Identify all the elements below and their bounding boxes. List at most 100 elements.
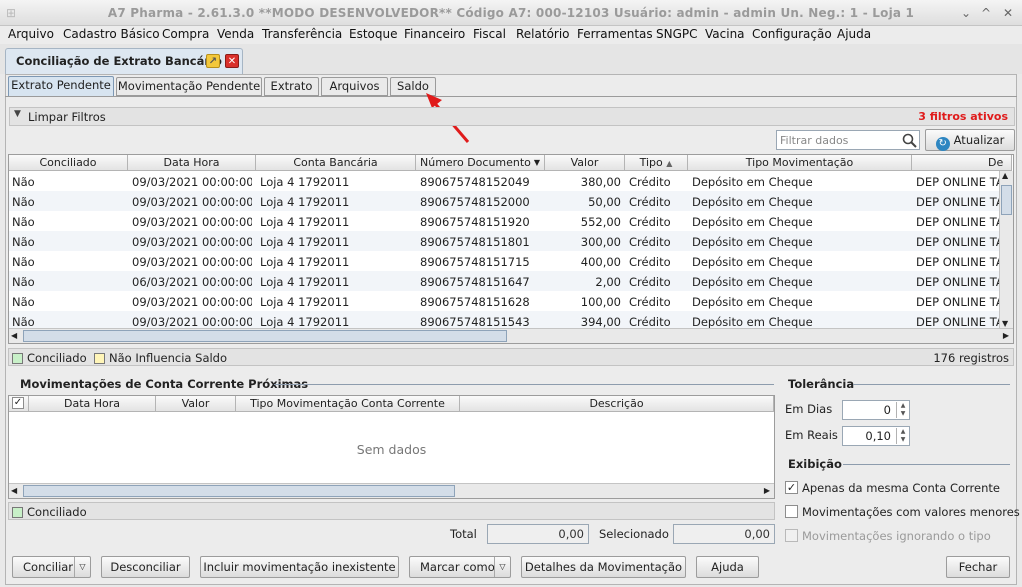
horizontal-scroll-thumb[interactable]: [23, 330, 507, 342]
search-icon[interactable]: [902, 133, 917, 148]
incluir-movimentacao-button[interactable]: Incluir movimentação inexistente: [200, 556, 399, 578]
table-cell: 890675748151628: [420, 295, 530, 309]
table-cell: 890675748151801: [420, 235, 530, 249]
em-reais-spinner[interactable]: ▲ ▼: [896, 428, 909, 444]
menu-fiscal[interactable]: Fiscal: [473, 27, 506, 41]
opt-valores-menores-label[interactable]: Movimentações com valores menores: [802, 505, 1020, 519]
table-cell: Não: [12, 235, 35, 249]
col2-valor[interactable]: Valor: [156, 396, 236, 412]
detalhes-movimentacao-button[interactable]: Detalhes da Movimentação: [521, 556, 686, 578]
opt-valores-menores-checkbox[interactable]: [785, 505, 798, 518]
fechar-button[interactable]: Fechar: [946, 556, 1010, 578]
vertical-scrollbar[interactable]: ▲ ▼: [999, 171, 1013, 328]
minimize-icon[interactable]: ⌄: [958, 6, 974, 20]
proximas-table[interactable]: ✓ Data Hora Valor Tipo Movimentação Cont…: [8, 395, 775, 499]
extrato-table[interactable]: Conciliado Data Hora Conta Bancária Núme…: [8, 154, 1014, 344]
menu-ferramentas[interactable]: Ferramentas: [577, 27, 653, 41]
menu-ajuda[interactable]: Ajuda: [837, 27, 871, 41]
table-row[interactable]: Não 09/03/2021 00:00:00 Loja 4 1792011 8906…: [9, 171, 1004, 191]
document-tab[interactable]: Conciliação de Extrato Bancário ↗ ✕: [5, 48, 243, 74]
conciliar-dropdown-icon[interactable]: ▽: [74, 557, 90, 577]
conciliar-label: Conciliar: [23, 560, 74, 574]
table-row[interactable]: Não 09/03/2021 00:00:00 Loja 4 1792011 8906…: [9, 251, 1004, 271]
tab-extrato[interactable]: Extrato: [264, 77, 319, 96]
menu-financeiro[interactable]: Financeiro: [404, 27, 465, 41]
col2-descricao[interactable]: Descrição: [460, 396, 774, 412]
tab-arquivos[interactable]: Arquivos: [321, 77, 388, 96]
refresh-button[interactable]: ↻ Atualizar: [925, 129, 1015, 151]
sort-desc-icon: ▼: [533, 158, 540, 167]
table-cell: Crédito: [629, 275, 671, 289]
scroll-down-icon[interactable]: ▼: [1002, 319, 1008, 328]
menu-sngpc[interactable]: SNGPC: [656, 27, 698, 41]
proximas-hscrollbar[interactable]: ◀ ▶: [9, 483, 774, 498]
col-select-all[interactable]: ✓: [9, 396, 29, 412]
menu-transferencia[interactable]: Transferência: [262, 27, 342, 41]
table-row[interactable]: Não 09/03/2021 00:00:00 Loja 4 1792011 8906…: [9, 291, 1004, 311]
legend-conciliado-label: Conciliado: [27, 351, 87, 365]
menu-estoque[interactable]: Estoque: [349, 27, 398, 41]
scroll-left-icon[interactable]: ◀: [11, 331, 17, 340]
marcar-dropdown-icon[interactable]: ▽: [494, 557, 510, 577]
table-cell: Crédito: [629, 295, 671, 309]
menu-vacina[interactable]: Vacina: [705, 27, 745, 41]
col2-tipo-movimentacao[interactable]: Tipo Movimentação Conta Corrente: [236, 396, 460, 412]
maximize-icon[interactable]: ^: [978, 6, 994, 20]
window-titlebar: ⊞ A7 Pharma - 2.61.3.0 **MODO DESENVOLVE…: [0, 0, 1022, 26]
menu-cadastro-basico[interactable]: Cadastro Básico: [63, 27, 160, 41]
detach-icon[interactable]: ↗: [206, 54, 220, 68]
scroll2-left-icon[interactable]: ◀: [11, 486, 17, 495]
menu-venda[interactable]: Venda: [217, 27, 254, 41]
opt-mesma-conta-checkbox[interactable]: ✓: [785, 481, 798, 494]
col-numero-documento[interactable]: Número Documento ▼: [416, 155, 545, 171]
search-input[interactable]: Filtrar dados: [776, 130, 920, 150]
clear-filters-label[interactable]: Limpar Filtros: [28, 110, 106, 124]
horizontal-scrollbar[interactable]: ◀ ▶: [9, 328, 1013, 343]
table-row[interactable]: Não 09/03/2021 00:00:00 Loja 4 1792011 8906…: [9, 191, 1004, 211]
tab-extrato-pendente[interactable]: Extrato Pendente: [8, 76, 114, 97]
marcar-como-button[interactable]: Marcar como ▽: [409, 556, 511, 578]
table-row[interactable]: Não 06/03/2021 00:00:00 Loja 4 1792011 8906…: [9, 271, 1004, 291]
desconciliar-button[interactable]: Desconciliar: [101, 556, 190, 578]
table-cell: 09/03/2021 00:00:00: [132, 235, 252, 249]
filter-bar[interactable]: ▼ Limpar Filtros 3 filtros ativos: [9, 107, 1015, 126]
table-row[interactable]: Não 09/03/2021 00:00:00 Loja 4 1792011 8906…: [9, 231, 1004, 251]
table-cell: 400,00: [580, 255, 621, 269]
menu-compra[interactable]: Compra: [162, 27, 209, 41]
scroll2-right-icon[interactable]: ▶: [764, 486, 770, 495]
col2-data-hora[interactable]: Data Hora: [29, 396, 156, 412]
conciliar-button[interactable]: Conciliar ▽: [12, 556, 91, 578]
table-cell: Loja 4 1792011: [260, 275, 350, 289]
table-cell: Depósito em Cheque: [692, 235, 813, 249]
menu-relatorio[interactable]: Relatório: [516, 27, 570, 41]
table-cell: Crédito: [629, 175, 671, 189]
col-tipo-movimentacao[interactable]: Tipo Movimentação: [688, 155, 912, 171]
close-window-icon[interactable]: ✕: [1000, 6, 1016, 20]
total-label: Total: [450, 527, 477, 541]
col-valor[interactable]: Valor: [545, 155, 625, 171]
menu-configuracao[interactable]: Configuração: [752, 27, 832, 41]
refresh-icon: ↻: [935, 137, 950, 151]
col-conciliado[interactable]: Conciliado: [9, 155, 128, 171]
em-dias-spinner[interactable]: ▲ ▼: [896, 402, 909, 418]
scroll-right-icon[interactable]: ▶: [1003, 331, 1009, 340]
col-conta-bancaria[interactable]: Conta Bancária: [256, 155, 416, 171]
table-row[interactable]: Não 09/03/2021 00:00:00 Loja 4 1792011 8906…: [9, 211, 1004, 231]
col-data-hora[interactable]: Data Hora: [128, 155, 256, 171]
col-tipo[interactable]: Tipo ▲: [625, 155, 688, 171]
opt-mesma-conta-label[interactable]: Apenas da mesma Conta Corrente: [802, 481, 1000, 495]
table-cell: Não: [12, 255, 35, 269]
legend-nao-influencia-label: Não Influencia Saldo: [109, 351, 228, 365]
ajuda-button[interactable]: Ajuda: [696, 556, 759, 578]
table-cell: Crédito: [629, 195, 671, 209]
col-numero-documento-label: Número Documento: [420, 156, 531, 169]
proximas-scroll-thumb[interactable]: [23, 485, 455, 497]
close-tab-icon[interactable]: ✕: [225, 54, 239, 68]
select-all-checkbox[interactable]: ✓: [12, 397, 24, 409]
vertical-scroll-thumb[interactable]: [1001, 185, 1012, 215]
menu-arquivo[interactable]: Arquivo: [8, 27, 54, 41]
scroll-up-icon[interactable]: ▲: [1002, 171, 1008, 180]
col-descricao[interactable]: De: [912, 155, 1012, 171]
collapse-triangle-icon[interactable]: ▼: [14, 109, 21, 119]
tab-movimentacao-pendente[interactable]: Movimentação Pendente: [116, 77, 262, 96]
